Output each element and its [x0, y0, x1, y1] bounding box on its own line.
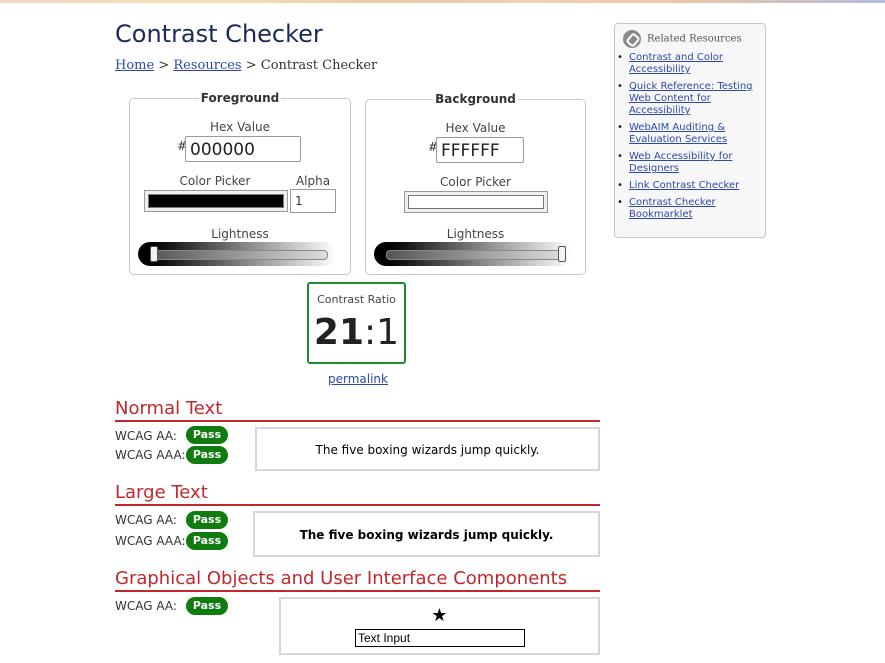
graphical-aa-label: WCAG AA:	[115, 599, 177, 613]
background-panel: Background Hex Value # FFFFFF Color Pick…	[365, 92, 586, 275]
foreground-color-picker[interactable]	[144, 190, 288, 212]
related-link-auditing[interactable]: WebAIM Auditing & Evaluation Services	[629, 122, 727, 145]
large-aa-pass-badge: Pass	[186, 511, 228, 529]
related-link-bookmarklet[interactable]: Contrast Checker Bookmarklet	[629, 197, 716, 220]
star-icon: ★	[431, 605, 448, 626]
large-text-sample-text: The five boxing wizards jump quickly.	[299, 528, 554, 542]
large-text-divider	[115, 504, 600, 506]
related-resources-panel: Related Resources Contrast and Color Acc…	[614, 23, 766, 238]
related-item: Web Accessibility for Designers	[617, 151, 749, 175]
related-link-designers[interactable]: Web Accessibility for Designers	[629, 151, 732, 174]
foreground-lightness-track	[150, 250, 328, 260]
foreground-hex-label: Hex Value	[209, 120, 271, 134]
related-item: Contrast Checker Bookmarklet	[617, 197, 739, 221]
large-aa-label: WCAG AA:	[115, 513, 177, 527]
breadcrumb-resources-link[interactable]: Resources	[173, 58, 241, 73]
contrast-ratio-box: Contrast Ratio 21:1	[307, 282, 406, 364]
graphical-aa-pass-badge: Pass	[186, 597, 228, 615]
background-hex-label: Hex Value	[445, 121, 506, 135]
related-link-link-contrast[interactable]: Link Contrast Checker	[629, 180, 739, 191]
page-title: Contrast Checker	[115, 20, 323, 48]
related-item: Link Contrast Checker	[617, 180, 754, 192]
contrast-ratio-rest: :1	[364, 312, 400, 353]
background-lightness-slider[interactable]	[374, 242, 572, 266]
normal-aa-label: WCAG AA:	[115, 429, 177, 443]
normal-text-sample: The five boxing wizards jump quickly.	[255, 427, 600, 471]
large-aaa-pass-badge: Pass	[186, 532, 228, 550]
related-link-contrast-color[interactable]: Contrast and Color Accessibility	[629, 52, 723, 75]
link-icon	[623, 30, 641, 48]
large-text-heading: Large Text	[115, 482, 208, 503]
foreground-alpha-label: Alpha	[295, 174, 331, 188]
related-item: Quick Reference: Testing Web Content for…	[617, 81, 757, 117]
contrast-ratio-label: Contrast Ratio	[317, 293, 396, 306]
related-item: WebAIM Auditing & Evaluation Services	[617, 122, 749, 146]
foreground-lightness-thumb[interactable]	[150, 246, 158, 262]
large-text-sample: The five boxing wizards jump quickly.	[253, 511, 600, 557]
breadcrumb: Home > Resources > Contrast Checker	[115, 58, 377, 73]
graphical-sample: ★ Text Input	[279, 597, 600, 655]
breadcrumb-home-link[interactable]: Home	[115, 58, 154, 73]
foreground-lightness-label: Lightness	[211, 227, 269, 241]
foreground-legend: Foreground	[198, 91, 282, 105]
background-color-swatch	[408, 195, 544, 209]
background-color-picker[interactable]	[404, 191, 548, 213]
normal-aaa-pass-badge: Pass	[186, 446, 228, 464]
normal-aa-pass-badge: Pass	[186, 426, 228, 444]
sample-text-input[interactable]: Text Input	[355, 629, 525, 647]
normal-text-divider	[115, 420, 600, 422]
related-resources-list: Contrast and Color Accessibility Quick R…	[615, 52, 757, 226]
normal-text-heading: Normal Text	[115, 398, 223, 419]
breadcrumb-separator: >	[245, 58, 257, 73]
contrast-ratio-main: 21	[313, 312, 365, 353]
related-link-quick-reference[interactable]: Quick Reference: Testing Web Content for…	[629, 81, 753, 116]
top-gradient-bar	[0, 0, 885, 3]
background-lightness-thumb[interactable]	[558, 246, 566, 262]
background-lightness-track	[386, 250, 564, 260]
large-aaa-label: WCAG AAA:	[115, 534, 186, 548]
related-item: Contrast and Color Accessibility	[617, 52, 754, 76]
related-resources-title: Related Resources	[647, 33, 742, 45]
breadcrumb-current: Contrast Checker	[260, 58, 378, 73]
foreground-hex-input[interactable]: 000000	[185, 136, 301, 162]
foreground-lightness-slider[interactable]	[138, 242, 336, 266]
contrast-ratio-value: 21:1	[309, 312, 404, 353]
foreground-color-swatch	[148, 194, 284, 208]
foreground-alpha-input[interactable]: 1	[290, 189, 336, 213]
normal-text-sample-text: The five boxing wizards jump quickly.	[315, 443, 540, 457]
normal-aaa-label: WCAG AAA:	[115, 448, 186, 462]
background-hex-input[interactable]: FFFFFF	[436, 137, 524, 163]
background-lightness-label: Lightness	[446, 227, 505, 241]
graphical-objects-heading: Graphical Objects and User Interface Com…	[115, 568, 568, 589]
foreground-panel: Foreground Hex Value # 000000 Color Pick…	[129, 91, 351, 275]
background-color-picker-label: Color Picker	[440, 175, 511, 189]
permalink-link[interactable]: permalink	[328, 372, 388, 386]
related-resources-heading: Related Resources	[623, 30, 742, 48]
breadcrumb-separator: >	[158, 58, 170, 73]
background-legend: Background	[433, 92, 518, 106]
foreground-color-picker-label: Color Picker	[179, 174, 251, 188]
graphical-objects-divider	[115, 590, 600, 592]
